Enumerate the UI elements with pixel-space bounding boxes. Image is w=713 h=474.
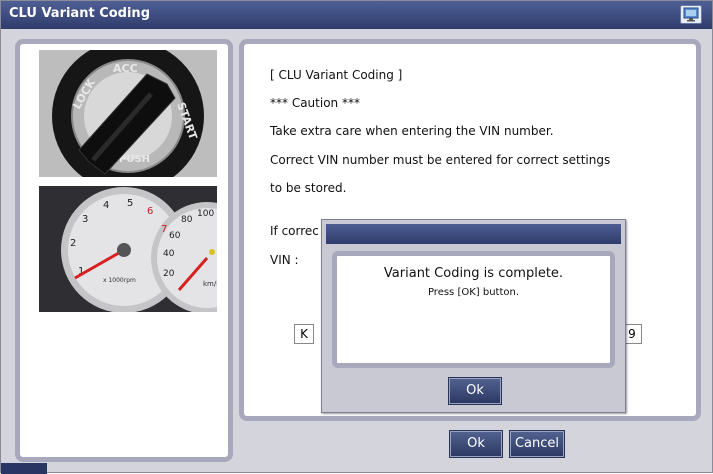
gauge-label-2: 2 (70, 238, 76, 249)
gauge-label-rpm: x 1000rpm (103, 277, 136, 284)
dialog-ok-button[interactable]: Ok (449, 378, 501, 404)
title-bar: CLU Variant Coding (1, 1, 712, 29)
gauge-label-6: 6 (147, 206, 153, 217)
instruction-line-1: Take extra care when entering the VIN nu… (270, 124, 554, 138)
gauge-label-3: 3 (82, 214, 88, 225)
instruction-line-2: Correct VIN number must be entered for c… (270, 153, 611, 167)
section-heading: [ CLU Variant Coding ] (270, 68, 403, 82)
completion-dialog: Variant Coding is complete. Press [OK] b… (321, 219, 626, 413)
cancel-button[interactable]: Cancel (510, 431, 564, 457)
caution-label: *** Caution *** (270, 96, 360, 110)
gauge-label-40: 40 (163, 249, 175, 259)
dialog-message: Variant Coding is complete. (383, 266, 564, 281)
dialog-title-bar (326, 224, 621, 244)
vin-input-first-char[interactable]: K (294, 324, 314, 344)
instruction-line-4: If correc (270, 224, 319, 238)
ignition-label-acc: ACC (113, 62, 138, 75)
gauge-label-5: 5 (127, 198, 133, 209)
taskbar-corner (1, 463, 47, 474)
gauge-label-80: 80 (181, 215, 193, 225)
gauge-label-4: 4 (103, 200, 109, 211)
vin-label: VIN : (270, 253, 299, 267)
gauge-label-kmh: km/h (203, 280, 217, 288)
dialog-message-panel: Variant Coding is complete. Press [OK] b… (332, 251, 615, 368)
window-title: CLU Variant Coding (9, 6, 150, 21)
ok-button[interactable]: Ok (450, 431, 502, 457)
instrument-cluster-image: 1 2 3 4 5 6 7 x 1000rpm 100 80 60 40 20 … (39, 186, 217, 312)
vehicle-image-panel: LOCK ACC START PUSH 1 2 3 4 5 6 7 x 1000… (15, 39, 233, 462)
gauge-label-20: 20 (163, 269, 175, 279)
ignition-label-push: PUSH (119, 154, 150, 165)
dialog-instruction: Press [OK] button. (427, 287, 520, 298)
gauge-label-60: 60 (169, 231, 181, 241)
gauge-label-100: 100 (197, 209, 214, 219)
clu-variant-coding-window: CLU Variant Coding LOCK ACC START PUSH 1… (0, 0, 713, 474)
ignition-key-image: LOCK ACC START PUSH (39, 50, 217, 177)
gauge-label-7: 7 (161, 224, 167, 235)
monitor-icon[interactable] (680, 5, 702, 24)
instruction-line-3: to be stored. (270, 181, 347, 195)
